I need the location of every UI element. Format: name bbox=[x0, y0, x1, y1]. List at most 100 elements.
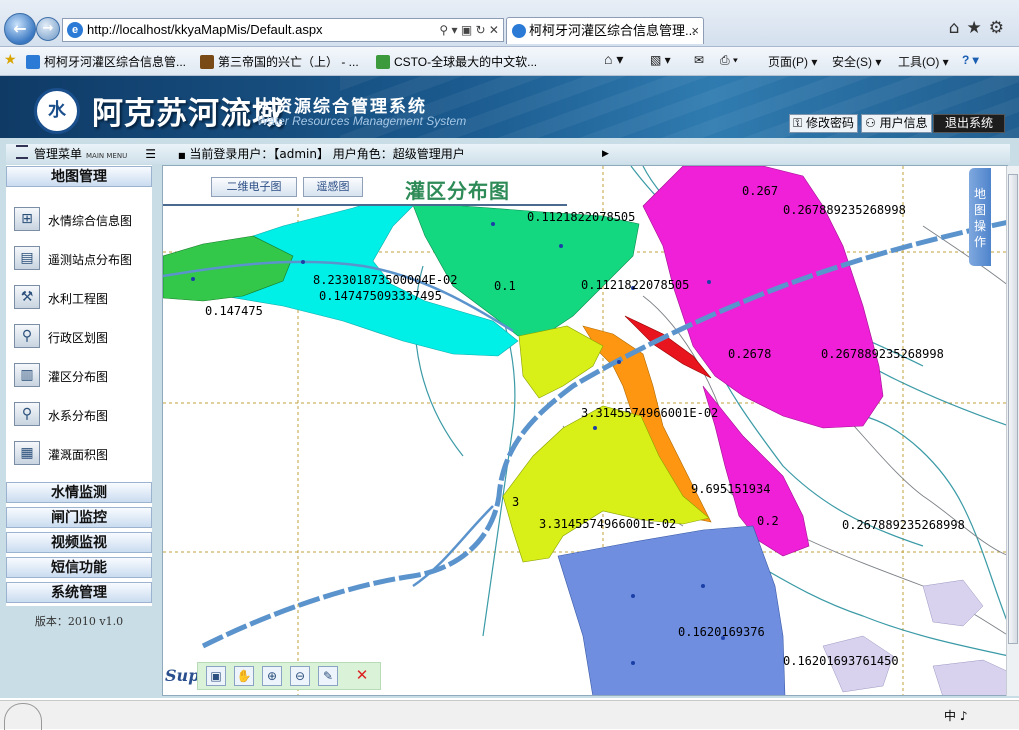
map-label: 0.267889235268998 bbox=[842, 518, 965, 532]
full-extent-icon[interactable]: ▣ bbox=[206, 666, 226, 686]
back-button[interactable]: ← bbox=[4, 13, 36, 45]
tab-title: 柯柯牙河灌区综合信息管理... bbox=[529, 23, 696, 38]
map-label: 0.267889235268998 bbox=[821, 347, 944, 361]
menu-item-telemetry[interactable]: ▤ 遥测站点分布图 bbox=[6, 241, 152, 277]
pan-hand-icon[interactable]: ✋ bbox=[234, 666, 254, 686]
map-logo-text: Sup bbox=[165, 666, 200, 685]
status-ime[interactable]: 中 ♪ bbox=[944, 707, 967, 724]
cmd-safety-menu[interactable]: 安全(S) ▾ bbox=[832, 53, 881, 70]
cmd-page-menu[interactable]: 页面(P) ▾ bbox=[768, 53, 817, 70]
favorite-link-1[interactable]: 柯柯牙河灌区综合信息管... bbox=[26, 53, 186, 70]
map-canvas[interactable] bbox=[163, 166, 1008, 696]
cmd-help-icon[interactable]: ? ▾ bbox=[962, 53, 979, 67]
map-label: 0.2678 bbox=[728, 347, 772, 361]
scrollbar-thumb[interactable] bbox=[1008, 174, 1018, 644]
blue-irrigation-area[interactable] bbox=[557, 525, 786, 696]
map-label: 9.695151934 bbox=[691, 482, 771, 496]
cmd-mail-icon[interactable]: ✉ bbox=[694, 53, 704, 67]
map-toolbar: ▣ ✋ ⊕ ⊖ ✎ ✕ bbox=[197, 662, 381, 690]
tab-close-icon[interactable]: × bbox=[691, 18, 699, 44]
app-frame: 管理菜单 MAIN MENU ☰ ■ 当前登录用户：【admin】 用户角色：超级… bbox=[0, 138, 1019, 698]
tab-remote-sensing-map[interactable]: 遥感图 bbox=[303, 177, 363, 197]
cmd-print-icon[interactable]: ⎙ ▾ bbox=[720, 53, 738, 68]
cmd-home-icon[interactable]: ⌂ ▾ bbox=[604, 51, 623, 68]
favorite-link-2[interactable]: 第三帝国的兴亡（上） - ... bbox=[200, 53, 359, 70]
cmd-tools-menu[interactable]: 工具(O) ▾ bbox=[898, 53, 949, 70]
favorite-link-3[interactable]: CSTO-全球最大的中文软... bbox=[376, 53, 537, 70]
menu-item-projects[interactable]: ⚒ 水利工程图 bbox=[6, 280, 152, 316]
draw-icon[interactable]: ✎ bbox=[318, 666, 338, 686]
home-favorites-settings-icons[interactable]: ⌂★⚙ bbox=[949, 18, 1011, 38]
cmd-feed-icon[interactable]: ▧ ▾ bbox=[650, 53, 671, 67]
user-info-button[interactable]: ⚇ 用户信息 bbox=[861, 114, 932, 133]
change-password-button[interactable]: ⚿ 修改密码 bbox=[789, 114, 858, 133]
bullet-icon: ■ bbox=[178, 151, 186, 160]
menu-toggle-icon[interactable]: ☰ bbox=[145, 144, 156, 164]
section-system[interactable]: 系统管理 bbox=[6, 582, 152, 603]
tab-ie-icon bbox=[512, 24, 526, 38]
other-patches bbox=[822, 579, 1007, 695]
menu-item-water-info[interactable]: ⊞ 水情综合信息图 bbox=[6, 202, 152, 238]
map-label: 0.267889235268998 bbox=[783, 203, 906, 217]
browser-toolbar: ← → e http://localhost/kkyaMapMis/Default… bbox=[0, 0, 1019, 47]
status-globe-icon bbox=[4, 703, 42, 730]
tab-vector-map[interactable]: 二维电子图 bbox=[211, 177, 297, 197]
irrigation-icon: ▥ bbox=[14, 363, 40, 387]
map-operation-tab[interactable]: 地图操作 bbox=[969, 168, 991, 266]
csto-icon bbox=[376, 55, 390, 69]
magnifier-icon: ⚲ bbox=[14, 402, 40, 426]
browser-tab[interactable]: 柯柯牙河灌区综合信息管理... × bbox=[506, 17, 704, 44]
favorites-star-icon[interactable]: ★ bbox=[4, 51, 17, 68]
address-text: http://localhost/kkyaMapMis/Default.aspx bbox=[87, 22, 323, 37]
current-user-text: 当前登录用户：【admin】 用户角色：超级管理用户 bbox=[189, 147, 465, 161]
menu-item-irrigation-area[interactable]: ▦ 灌溉面积图 bbox=[6, 436, 152, 472]
clear-icon[interactable]: ✕ bbox=[352, 666, 372, 686]
collapse-arrow-icon[interactable]: ▶ bbox=[602, 144, 609, 164]
map-label: 8.23301873500004E-02 bbox=[313, 273, 458, 287]
map-label: 0.2 bbox=[757, 514, 779, 528]
menu-item-admin-division[interactable]: ⚲ 行政区划图 bbox=[6, 319, 152, 355]
forward-button[interactable]: → bbox=[36, 17, 60, 41]
map-label: 0.16201693761450 bbox=[783, 654, 899, 668]
map-label: 0.1620169376 bbox=[678, 625, 765, 639]
map-panel[interactable]: 0.1121822078505 0.267 0.267889235268998 … bbox=[162, 165, 1008, 696]
logout-button[interactable]: 退出系统 bbox=[933, 114, 1005, 133]
map-label: 0.147475 bbox=[205, 304, 263, 318]
section-sms[interactable]: 短信功能 bbox=[6, 557, 152, 578]
ie-icon bbox=[26, 55, 40, 69]
section-map[interactable]: 地图管理 bbox=[6, 166, 152, 187]
zoom-out-icon[interactable]: ⊖ bbox=[290, 666, 310, 686]
ie-page-icon: e bbox=[67, 22, 83, 38]
address-bar[interactable]: e http://localhost/kkyaMapMis/Default.asp… bbox=[62, 18, 504, 42]
version-text: 版本：2010 v1.0 bbox=[34, 615, 124, 628]
section-water-monitor[interactable]: 水情监测 bbox=[6, 482, 152, 503]
menu-list-icon bbox=[16, 145, 28, 159]
project-icon: ⚒ bbox=[14, 285, 40, 309]
map-label: 3.3145574966001E-02 bbox=[539, 517, 677, 531]
address-controls-icon[interactable]: ⚲ ▾ ▣ ↻ ✕ bbox=[439, 19, 499, 41]
water-info-icon: ⊞ bbox=[14, 207, 40, 231]
menu-item-irrigation[interactable]: ▥ 灌区分布图 bbox=[6, 358, 152, 394]
zoom-in-icon[interactable]: ⊕ bbox=[262, 666, 282, 686]
water-logo-icon: 水 bbox=[34, 88, 80, 134]
menu-item-river-system[interactable]: ⚲ 水系分布图 bbox=[6, 397, 152, 433]
user-info-bar: ■ 当前登录用户：【admin】 用户角色：超级管理用户 ▶ bbox=[160, 144, 1010, 164]
magnifier-icon: ⚲ bbox=[14, 324, 40, 348]
favorites-bar: ★ 柯柯牙河灌区综合信息管... 第三帝国的兴亡（上） - ... CSTO-全… bbox=[0, 47, 1019, 76]
app-subtitle-en: Water Resources Management System bbox=[257, 114, 467, 128]
map-label: 3.3145574966001E-02 bbox=[581, 406, 719, 420]
screen-icon: ▦ bbox=[14, 441, 40, 465]
menu-header: 管理菜单 MAIN MENU ☰ bbox=[6, 144, 160, 164]
map-title: 灌区分布图 bbox=[405, 179, 510, 203]
page-scrollbar[interactable] bbox=[1006, 166, 1019, 696]
section-gate-monitor[interactable]: 闸门监控 bbox=[6, 507, 152, 528]
map-label: 0.1121822078505 bbox=[527, 210, 636, 224]
map-label: 0.267 bbox=[742, 184, 779, 198]
map-label: 0.1 bbox=[494, 279, 516, 293]
map-label: 0.147475093337495 bbox=[319, 289, 442, 303]
section-video-monitor[interactable]: 视频监视 bbox=[6, 532, 152, 553]
book-icon bbox=[200, 55, 214, 69]
status-bar: 中 ♪ bbox=[0, 700, 1019, 730]
telemetry-icon: ▤ bbox=[14, 246, 40, 270]
map-label: 0.1121822078505 bbox=[581, 278, 690, 292]
